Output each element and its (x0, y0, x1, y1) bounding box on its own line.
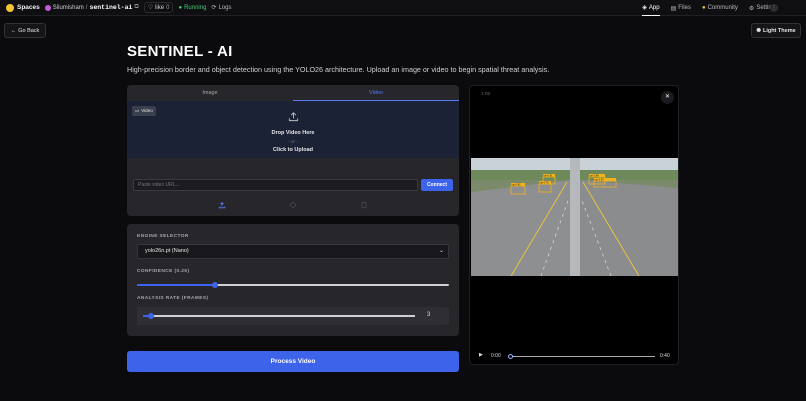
video-url-input[interactable] (133, 179, 418, 191)
go-back-button[interactable]: ← Go Back (4, 23, 46, 38)
video-chip-label: Video (141, 108, 153, 113)
upload-source-icon[interactable] (218, 201, 226, 209)
spaces-logo[interactable]: Spaces (6, 3, 40, 12)
analysis-rate-label: ANALYSIS RATE (FRAMES) (137, 296, 209, 301)
engine-panel: ENGINE SELECTOR yolo26n.pt (Nano) ⌄ CONF… (127, 224, 459, 336)
logs-label: Logs (218, 4, 232, 11)
video-dropzone[interactable]: ▭ Video Drop Video Here - or - Click to … (127, 101, 459, 158)
go-back-label: Go Back (18, 27, 40, 34)
upload-icon (288, 112, 299, 122)
repo-owner[interactable]: Silumisham (53, 5, 84, 11)
video-camera-icon: ▭ (135, 108, 140, 113)
copy-icon[interactable]: ⧉ (134, 4, 138, 11)
video-progress-bar[interactable] (508, 354, 655, 359)
detection-label: car 0.81 (544, 174, 554, 177)
light-theme-label: Light Theme (762, 27, 796, 34)
like-button[interactable]: ♡ like 0 (143, 2, 174, 13)
app-icon: ◈ (642, 5, 647, 11)
process-video-button[interactable]: Process Video (127, 351, 459, 372)
tab-community[interactable]: ● Community (702, 0, 738, 16)
like-label: like (155, 4, 165, 11)
play-icon[interactable]: ▶ (479, 352, 483, 358)
webcam-icon[interactable] (289, 201, 297, 209)
light-theme-button[interactable]: ✺ Light Theme (751, 23, 801, 38)
confidence-label: CONFIDENCE (0.25) (137, 269, 190, 274)
status-text: Running (184, 4, 207, 11)
more-menu-icon[interactable]: ⋮ (770, 4, 778, 12)
files-icon: ▤ (670, 5, 677, 12)
media-tabs: Image Video (127, 85, 459, 101)
upload-panel: Image Video ▭ Video Drop Video Here - or… (127, 85, 459, 216)
detection-label: car 0.88 (590, 174, 600, 177)
source-icons (127, 201, 459, 209)
hugging-face-icon (6, 3, 14, 12)
video-chip: ▭ Video (132, 106, 156, 116)
analysis-rate-value[interactable]: 3 (427, 312, 430, 318)
confidence-slider-fill (137, 284, 215, 286)
video-controls: ▶ 0:00 0:40 (470, 351, 678, 363)
sun-icon: ✺ (756, 27, 761, 34)
close-icon[interactable]: ✕ (661, 91, 674, 104)
engine-selector-label: ENGINE SELECTOR (137, 234, 189, 239)
owner-avatar (44, 4, 51, 11)
arrow-left-icon: ← (10, 27, 17, 34)
repo-name[interactable]: sentinel-ai (89, 4, 132, 11)
spaces-label: Spaces (17, 4, 40, 11)
status-badge[interactable]: ● Running (178, 5, 206, 11)
video-duration: 0:40 (660, 353, 670, 359)
tab-image[interactable]: Image (127, 85, 293, 101)
analysis-rate-thumb[interactable] (148, 313, 155, 319)
engine-select[interactable]: yolo26n.pt (Nano) ⌄ (137, 244, 449, 259)
repo-path[interactable]: Silumisham / sentinel-ai ⧉ (44, 4, 139, 11)
top-bar: Spaces Silumisham / sentinel-ai ⧉ ♡ like… (0, 0, 806, 16)
video-player[interactable]: 1:00 ✕ car 0.82 car 0.79 car 0.81 car 0.88 c… (469, 85, 679, 365)
detection-label: car 0.82 (512, 183, 522, 186)
analysis-rate-control: 3 (137, 307, 449, 325)
engine-selected-value: yolo26n.pt (Nano) (145, 248, 189, 254)
detection-label: car 0.93 (595, 178, 605, 181)
tab-files[interactable]: ▤ Files (671, 0, 691, 16)
chevron-down-icon: ⌄ (438, 248, 444, 254)
current-time: 0:00 (491, 353, 501, 359)
tab-app[interactable]: ◈ App (642, 0, 660, 16)
space-tabs: ◈ App ▤ Files ● Community ⚙ Settings (642, 0, 778, 16)
clipboard-icon[interactable] (360, 201, 368, 209)
heart-icon: ♡ (147, 5, 154, 11)
video-frame: car 0.82car 0.79car 0.81 car 0.88car 0.93 (471, 158, 678, 276)
community-icon: ● (701, 5, 706, 11)
drop-video-text: Drop Video Here (271, 130, 315, 136)
video-top-time: 1:00 (481, 92, 491, 97)
status-dot-icon: ● (178, 4, 183, 11)
confidence-slider-thumb[interactable] (212, 282, 218, 288)
tab-files-label: Files (678, 5, 691, 11)
tab-community-label: Community (707, 5, 738, 11)
confidence-slider[interactable] (137, 282, 449, 288)
logs-icon: ⟳ (211, 5, 217, 11)
gear-icon: ⚙ (748, 5, 755, 12)
video-progress-thumb[interactable] (508, 354, 513, 359)
tab-app-label: App (648, 4, 660, 11)
or-divider-text: - or - (288, 139, 298, 144)
analysis-rate-slider[interactable] (143, 313, 415, 319)
logs-button[interactable]: ⟳ Logs (211, 0, 231, 16)
like-count: 0 (166, 4, 170, 11)
connect-button[interactable]: Connect (421, 179, 453, 191)
page-subtitle: High-precision border and object detecti… (127, 65, 550, 74)
tab-video[interactable]: Video (293, 85, 459, 101)
page-title: SENTINEL - AI (127, 43, 233, 60)
click-upload-text[interactable]: Click to Upload (127, 147, 459, 153)
